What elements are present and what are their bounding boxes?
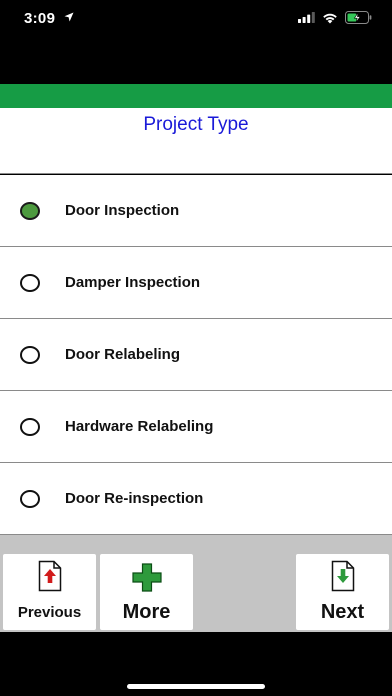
status-bar: 3:09: [0, 0, 392, 84]
bottom-toolbar: Previous More Next: [0, 535, 392, 632]
radio-unselected-icon[interactable]: [20, 346, 40, 364]
status-time: 3:09: [24, 10, 56, 27]
plus-icon: [131, 563, 162, 592]
page-title: Project Type: [143, 114, 249, 135]
cellular-signal-icon: [298, 12, 315, 23]
option-damper-inspection[interactable]: Damper Inspection: [0, 247, 392, 319]
project-type-list: Door Inspection Damper Inspection Door R…: [0, 175, 392, 535]
previous-button[interactable]: Previous: [3, 554, 96, 630]
radio-selected-icon[interactable]: [20, 202, 40, 220]
next-page-icon: [331, 560, 354, 592]
more-button[interactable]: More: [100, 554, 193, 630]
header-band: [0, 84, 392, 108]
option-label: Door Inspection: [65, 202, 180, 219]
option-label: Door Re-inspection: [65, 490, 204, 507]
more-label: More: [122, 601, 171, 623]
radio-unselected-icon[interactable]: [20, 490, 40, 508]
option-door-inspection[interactable]: Door Inspection: [0, 175, 392, 247]
radio-unselected-icon[interactable]: [20, 418, 40, 436]
option-label: Door Relabeling: [65, 346, 181, 363]
option-label: Damper Inspection: [65, 274, 201, 291]
location-arrow-icon: [64, 12, 74, 22]
next-label: Next: [320, 601, 365, 623]
option-door-relabeling[interactable]: Door Relabeling: [0, 319, 392, 391]
radio-unselected-icon[interactable]: [20, 274, 40, 292]
previous-page-icon: [38, 560, 61, 592]
option-hardware-relabeling[interactable]: Hardware Relabeling: [0, 391, 392, 463]
option-door-re-inspection[interactable]: Door Re-inspection: [0, 463, 392, 535]
wifi-icon: [323, 13, 337, 23]
previous-label: Previous: [17, 604, 82, 621]
next-button[interactable]: Next: [296, 554, 389, 630]
header: Project Type: [0, 108, 392, 174]
home-indicator[interactable]: [127, 684, 265, 689]
battery-charging-icon: [345, 11, 372, 24]
option-label: Hardware Relabeling: [65, 418, 214, 435]
home-area: [0, 632, 392, 696]
